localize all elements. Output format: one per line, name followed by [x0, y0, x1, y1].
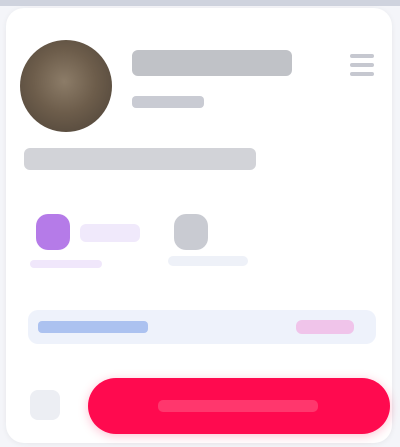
stat-sublabel [30, 260, 102, 268]
link-action[interactable] [296, 320, 354, 334]
profile-screen [0, 0, 400, 447]
status-bar [0, 0, 400, 6]
menu-line [350, 54, 374, 58]
link-text[interactable] [38, 321, 148, 333]
avatar[interactable] [20, 40, 112, 132]
user-handle [132, 96, 204, 108]
grey-badge-icon [174, 214, 208, 250]
menu-icon[interactable] [350, 54, 374, 76]
primary-action-button[interactable] [88, 378, 390, 434]
bio-text [24, 148, 256, 170]
stat-item-secondary[interactable] [164, 212, 274, 272]
menu-line [350, 72, 374, 76]
username-placeholder [132, 50, 292, 76]
profile-card [6, 8, 392, 443]
stat-label [80, 224, 140, 242]
menu-line [350, 63, 374, 67]
secondary-action-icon[interactable] [30, 390, 60, 420]
primary-action-label [158, 400, 318, 412]
link-row[interactable] [28, 310, 376, 344]
purple-badge-icon [36, 214, 70, 250]
stat-label [168, 256, 248, 266]
stat-item-primary[interactable] [26, 212, 140, 272]
